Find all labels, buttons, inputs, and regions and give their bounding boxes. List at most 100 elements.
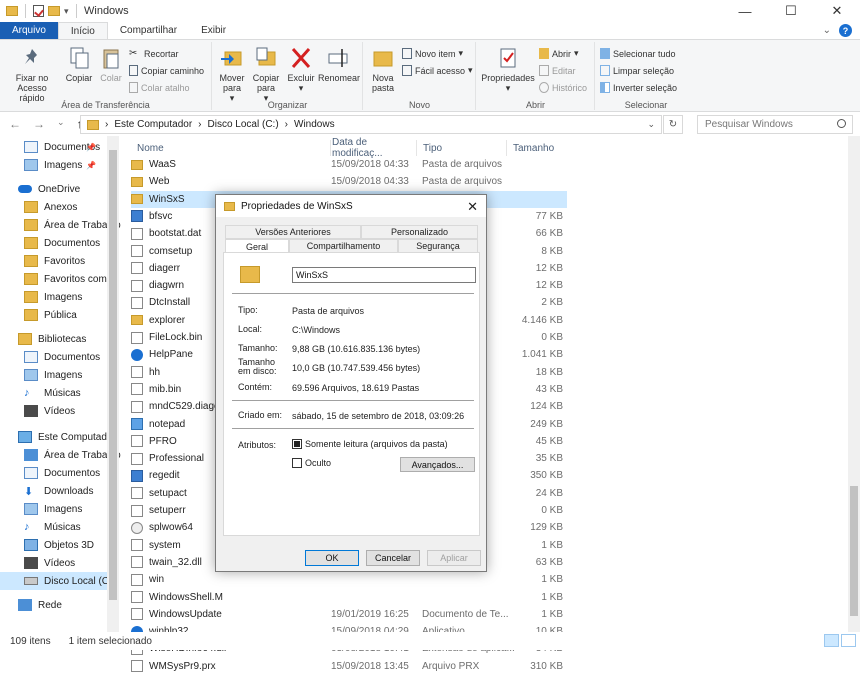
column-header-name[interactable]: Nome (131, 140, 331, 156)
chevron-down-icon[interactable]: ⌄ (57, 117, 65, 131)
nav-scrollbar-thumb[interactable] (109, 150, 117, 600)
edit-button[interactable]: Editar (539, 63, 576, 78)
maximize-icon[interactable]: ☐ (768, 0, 814, 22)
new-item-button[interactable]: Novo item ▾ (402, 46, 463, 61)
chevron-down-icon[interactable]: ▾ (64, 6, 69, 17)
breadcrumb-item[interactable]: Windows (294, 119, 335, 130)
history-button[interactable]: Histórico (539, 80, 587, 95)
nav-item-anexos[interactable]: Anexos (24, 198, 77, 216)
table-row[interactable]: Web 15/09/2018 04:33 Pasta de arquivos (131, 173, 567, 190)
nav-item-pc-documentos[interactable]: Documentos (24, 464, 100, 482)
nav-item-rede[interactable]: Rede (18, 596, 62, 614)
select-all-button[interactable]: Selecionar tudo (600, 46, 676, 61)
table-row[interactable]: WaaS 15/09/2018 04:33 Pasta de arquivos (131, 156, 567, 173)
breadcrumb-item[interactable]: Disco Local (C:) (208, 119, 279, 130)
move-to-button[interactable]: Mover para ▾ (215, 44, 249, 103)
chevron-down-icon[interactable]: ⌄ (823, 25, 831, 36)
copy-button[interactable]: Copiar (62, 44, 96, 83)
nav-scrollbar[interactable] (107, 136, 119, 632)
apply-button[interactable]: Aplicar (427, 550, 481, 566)
forward-icon[interactable]: → (33, 117, 45, 131)
rename-button[interactable]: Renomear (317, 44, 361, 83)
nav-item-este-computador[interactable]: Este Computador (18, 428, 116, 446)
nav-item-documentos-onedrive[interactable]: Documentos (24, 234, 100, 252)
nav-item-disco-local[interactable]: Disco Local (C:) (0, 572, 115, 590)
close-icon[interactable]: ✕ (814, 0, 860, 22)
column-header-size[interactable]: Tamanho (507, 140, 567, 156)
table-row[interactable]: WMSysPr9.prx 15/09/2018 13:45 Arquivo PRX 3… (131, 658, 567, 675)
column-header-type[interactable]: Tipo (417, 140, 507, 156)
nav-item-favoritos[interactable]: Favoritos (24, 252, 85, 270)
address-bar[interactable]: › Este Computador › Disco Local (C:) › W… (80, 115, 683, 134)
nav-item-lib-videos[interactable]: Vídeos (24, 402, 75, 420)
nav-item-lib-imagens[interactable]: Imagens (24, 366, 82, 384)
details-view-icon[interactable] (824, 634, 839, 647)
tab-share[interactable]: Compartilhar (108, 22, 189, 39)
nav-item-imagens[interactable]: Imagens 📌 (24, 156, 108, 174)
properties-button[interactable]: Propriedades ▾ (479, 44, 537, 93)
tab-file[interactable]: Arquivo (0, 22, 58, 39)
close-icon[interactable]: ✕ (467, 199, 478, 215)
folder-name-input[interactable]: WinSxS (292, 267, 476, 283)
tab-previous-versions[interactable]: Versões Anteriores (225, 225, 361, 239)
paste-shortcut-button[interactable]: Colar atalho (129, 80, 190, 95)
paste-button[interactable]: Colar (96, 44, 126, 83)
copy-path-button[interactable]: Copiar caminho (129, 63, 204, 78)
nav-item-label: Bibliotecas (38, 333, 87, 345)
copy-to-button[interactable]: Copiar para ▾ (249, 44, 283, 103)
nav-item-imagens-onedrive[interactable]: Imagens (24, 288, 82, 306)
nav-item-objetos-3d[interactable]: Objetos 3D (24, 536, 94, 554)
tab-home[interactable]: Início (57, 22, 108, 39)
readonly-checkbox[interactable]: Somente leitura (arquivos da pasta) (292, 439, 448, 449)
new-folder-button[interactable]: Nova pasta (368, 44, 398, 93)
search-input[interactable]: Pesquisar Windows (697, 115, 853, 134)
nav-item-onedrive[interactable]: OneDrive (18, 180, 80, 198)
nav-item-pc-imagens[interactable]: Imagens (24, 500, 82, 518)
nav-item-lib-musicas[interactable]: ♪ Músicas (24, 384, 81, 402)
cancel-button[interactable]: Cancelar (366, 550, 420, 566)
nav-item-lib-documentos[interactable]: Documentos (24, 348, 100, 366)
tab-view[interactable]: Exibir (189, 22, 238, 39)
breadcrumb-separator-icon[interactable]: › (198, 119, 201, 130)
table-row[interactable]: WindowsShell.M 1 KB (131, 589, 567, 606)
nav-item-pc-musicas[interactable]: ♪ Músicas (24, 518, 81, 536)
cut-button[interactable]: ✂ Recortar (129, 46, 179, 61)
tab-security[interactable]: Segurança (398, 239, 478, 253)
delete-button[interactable]: Excluir ▾ (285, 44, 317, 93)
breadcrumb-separator-icon[interactable]: › (105, 119, 108, 130)
nav-item-pc-videos[interactable]: Vídeos (24, 554, 75, 572)
table-row[interactable]: win 1 KB (131, 571, 567, 588)
open-button[interactable]: Abrir ▾ (539, 46, 579, 61)
minimize-icon[interactable]: — (722, 0, 768, 22)
new-folder-quick-icon[interactable] (48, 6, 60, 16)
file-list-scrollbar-thumb[interactable] (850, 486, 858, 616)
nav-item-downloads[interactable]: ⬇ Downloads (24, 482, 93, 500)
ok-button[interactable]: OK (305, 550, 359, 566)
clear-selection-button[interactable]: Limpar seleção (600, 63, 674, 78)
file-size: 4.146 KB (521, 314, 563, 326)
breadcrumb-item[interactable]: Este Computador (114, 119, 192, 130)
divider (232, 293, 474, 294)
table-row[interactable]: WindowsUpdate 19/01/2019 16:25 Documento d… (131, 606, 567, 623)
nav-item-publica[interactable]: Pública (24, 306, 77, 324)
help-icon[interactable]: ? (839, 24, 852, 37)
chevron-down-icon[interactable]: ⌄ (647, 119, 655, 130)
tab-sharing[interactable]: Compartilhamento (289, 239, 398, 253)
back-icon[interactable]: ← (9, 117, 21, 131)
nav-item-documentos[interactable]: Documentos 📌 (24, 138, 108, 156)
tab-customize[interactable]: Personalizado (361, 225, 478, 239)
hidden-checkbox[interactable]: Oculto (292, 458, 331, 468)
properties-quick-icon[interactable] (33, 5, 44, 17)
nav-item-favoritos-compa[interactable]: Favoritos compa (24, 270, 118, 288)
refresh-icon[interactable]: ↻ (663, 115, 683, 134)
large-icons-view-icon[interactable] (841, 634, 856, 647)
breadcrumb-separator-icon[interactable]: › (285, 119, 288, 130)
invert-selection-button[interactable]: Inverter seleção (600, 80, 677, 95)
nav-item-bibliotecas[interactable]: Bibliotecas (18, 330, 86, 348)
easy-access-button[interactable]: Fácil acesso ▾ (402, 63, 473, 78)
pin-button[interactable]: Fixar no Acesso rápido (4, 44, 60, 103)
tab-general[interactable]: Geral (225, 239, 289, 253)
column-header-date[interactable]: Data de modificaç... (326, 137, 417, 159)
advanced-button[interactable]: Avançados... (400, 457, 475, 472)
file-list-scrollbar[interactable] (848, 136, 860, 632)
